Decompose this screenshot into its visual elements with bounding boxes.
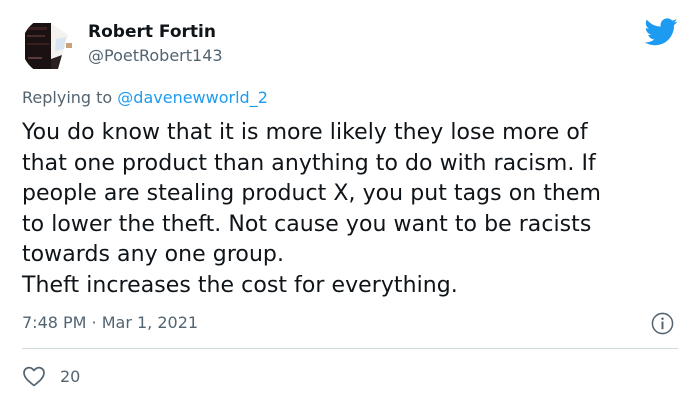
- tweet-text-line: towards any one group.: [22, 242, 284, 267]
- tweet-timestamp[interactable]: 7:48 PM · Mar 1, 2021: [22, 313, 198, 332]
- reply-to-handle-link[interactable]: @davenewworld_2: [117, 88, 268, 107]
- tweet-text-line: to lower the theft. Not cause you want t…: [22, 211, 592, 237]
- tweet-text-line: people are stealing product X, you put t…: [22, 181, 601, 206]
- divider: [22, 348, 678, 349]
- user-handle[interactable]: @PoetRobert143: [88, 46, 223, 65]
- tweet-text-line: that one product than anything to do wit…: [22, 150, 596, 176]
- avatar-image: [22, 17, 80, 75]
- twitter-bird-icon[interactable]: [645, 18, 678, 46]
- replying-to-label: Replying to: [22, 88, 118, 107]
- like-button[interactable]: 20: [22, 364, 80, 388]
- tweet-text-line: Theft increases the cost for everything.: [22, 272, 458, 298]
- tweet-card: Robert Fortin @PoetRobert143 Replying to…: [0, 0, 700, 402]
- replying-to: Replying to @davenewworld_2: [22, 88, 268, 107]
- avatar[interactable]: [22, 17, 80, 75]
- tweet-text: You do know that it is more likely they …: [22, 118, 682, 301]
- like-count: 20: [60, 366, 81, 386]
- display-name[interactable]: Robert Fortin: [88, 22, 216, 42]
- tweet-text-line: You do know that it is more likely they …: [22, 120, 588, 145]
- info-icon[interactable]: [651, 312, 674, 335]
- heart-icon: [23, 366, 45, 387]
